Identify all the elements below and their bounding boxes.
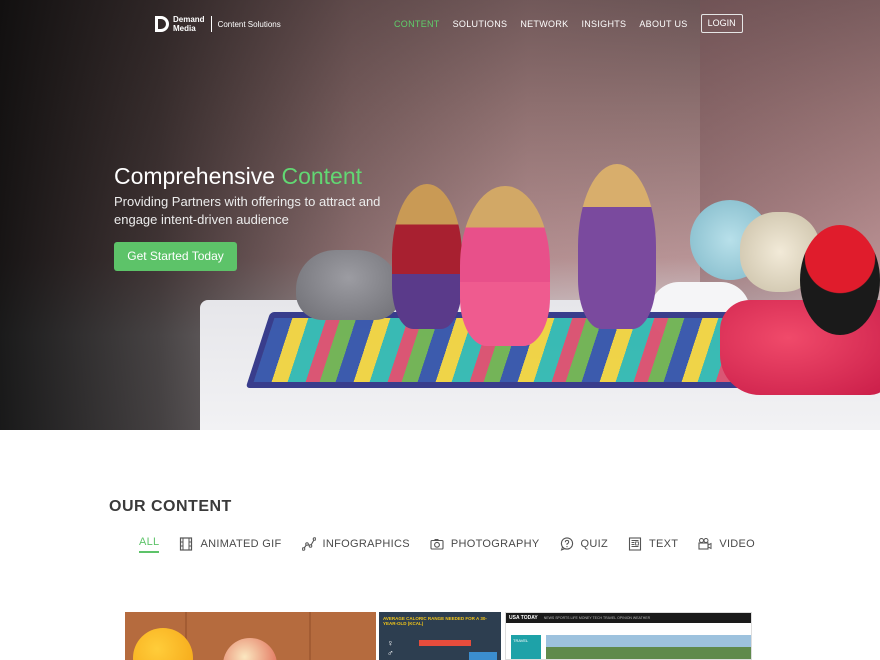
hero-title-accent: Content (281, 163, 363, 189)
hero-plush-ladybug (800, 225, 880, 335)
logo-name-line2: Media (173, 24, 196, 33)
gender-icon: ♀ ♂ (387, 638, 394, 658)
filter-tab-video[interactable]: VIDEO (698, 535, 755, 553)
filter-tab-text[interactable]: TEXT (628, 535, 678, 553)
infographic-bar-blue (469, 652, 497, 660)
filter-tab-infographics[interactable]: INFOGRAPHICS (301, 535, 410, 553)
news-landscape-image (546, 635, 751, 659)
filter-label-text: TEXT (649, 538, 679, 550)
filter-tab-all[interactable]: ALL (139, 535, 160, 553)
section-title: OUR CONTENT (109, 498, 232, 515)
filter-label-all: ALL (139, 536, 160, 548)
nav-item-network[interactable]: NETWORK (520, 15, 568, 33)
filter-tab-photography[interactable]: PHOTOGRAPHY (430, 535, 540, 553)
infographic-heading: AVERAGE CALORIC RANGE NEEDED FOR A 30-YE… (383, 616, 487, 626)
login-button[interactable]: LOGIN (700, 14, 743, 33)
nav-item-about-us[interactable]: ABOUT US (639, 15, 687, 33)
filter-label-animated-gif: ANIMATED GIF (200, 538, 282, 550)
news-sidebar: TRAVEL (511, 635, 541, 659)
hero-title-plain: Comprehensive (114, 163, 282, 189)
brand-logo[interactable]: Demand Media Content Solutions (155, 15, 281, 33)
camera-icon (430, 537, 444, 551)
filter-tab-quiz[interactable]: QUIZ (560, 535, 608, 553)
thumb-apple (223, 638, 277, 660)
get-started-button[interactable]: Get Started Today (114, 242, 237, 271)
hero-child-right (578, 164, 656, 329)
logo-subtitle: Content Solutions (217, 19, 281, 29)
infographic-bar-red (419, 640, 471, 646)
film-icon (179, 537, 193, 551)
nav-item-content[interactable]: CONTENT (394, 15, 440, 33)
hero-banner: Demand Media Content Solutions CONTENT S… (0, 0, 880, 430)
document-icon (628, 537, 642, 551)
logo-name-line1: Demand (173, 15, 205, 24)
logo-name: Demand Media (173, 15, 205, 33)
content-card-photography[interactable] (125, 612, 376, 660)
news-logo: USA TODAY (509, 615, 538, 621)
filter-label-video: VIDEO (719, 538, 756, 550)
video-camera-icon (698, 537, 712, 551)
filter-label-quiz: QUIZ (580, 538, 608, 550)
logo-divider (210, 16, 212, 32)
hero-child-middle (460, 186, 550, 346)
news-side-label: TRAVEL (513, 638, 529, 643)
content-card-article[interactable]: USA TODAY NEWS SPORTS LIFE MONEY TECH TR… (505, 612, 752, 660)
question-bubble-icon (560, 537, 574, 551)
main-nav: CONTENT SOLUTIONS NETWORK INSIGHTS ABOUT… (394, 14, 743, 33)
content-card-infographic[interactable]: AVERAGE CALORIC RANGE NEEDED FOR A 30-YE… (379, 612, 501, 660)
news-nav: NEWS SPORTS LIFE MONEY TECH TRAVEL OPINI… (543, 616, 651, 620)
nav-item-solutions[interactable]: SOLUTIONS (453, 15, 508, 33)
nav-item-insights[interactable]: INSIGHTS (581, 15, 626, 33)
filter-label-infographics: INFOGRAPHICS (322, 538, 410, 550)
logo-d-icon (155, 16, 169, 32)
graph-icon (301, 537, 316, 551)
content-filter-tabs: ALL ANIMATED GIF INFOGRAPHICS PHOTOGRAPH… (139, 535, 775, 553)
hero-subtitle: Providing Partners with offerings to att… (114, 194, 381, 227)
filter-tab-animated-gif[interactable]: ANIMATED GIF (179, 535, 281, 553)
news-header-bar: USA TODAY NEWS SPORTS LIFE MONEY TECH TR… (506, 613, 751, 623)
hero-plush-hippo (296, 250, 401, 320)
filter-label-photography: PHOTOGRAPHY (450, 538, 540, 550)
hero-title: Comprehensive Content (114, 163, 362, 190)
thumb-orange (133, 628, 193, 660)
